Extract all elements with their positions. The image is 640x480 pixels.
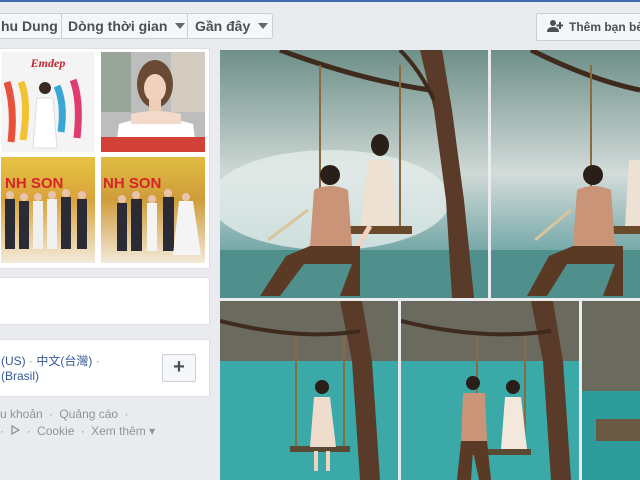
photo-thumbnail[interactable]: NH SON [101, 157, 205, 263]
footer-link-terms[interactable]: u khoản [0, 407, 43, 421]
footer-link-more[interactable]: Xem thêm [91, 424, 146, 438]
profile-name-tab[interactable]: hu Dung [0, 13, 62, 39]
footer-link-cookie[interactable]: Cookie [37, 424, 74, 438]
add-friend-button[interactable]: Thêm bạn bè [536, 13, 640, 41]
separator: · [0, 424, 4, 438]
add-friend-label: Thêm bạn bè [569, 20, 640, 34]
language-row: (US) · 中文(台灣) · [1, 352, 100, 369]
caret-down-icon[interactable]: ▾ [149, 424, 155, 438]
profile-nav-bar: hu Dung Dòng thời gian Gần đây Thêm bạn … [0, 0, 640, 44]
add-language-button[interactable]: + [162, 354, 196, 382]
caret-down-icon [258, 23, 269, 29]
timeline-photo[interactable] [401, 301, 579, 480]
footer-link-ads[interactable]: Quảng cáo [59, 407, 118, 421]
timeline-photo[interactable] [491, 50, 640, 298]
profile-name-label: hu Dung [1, 18, 58, 34]
language-link-english[interactable]: (US) [1, 354, 26, 368]
languages-card: (US) · 中文(台灣) · (Brasil) + [0, 339, 210, 397]
photo-thumbnail[interactable] [101, 52, 205, 152]
caret-down-icon [175, 23, 186, 29]
separator: · [95, 354, 100, 368]
photo-thumbnail[interactable]: Emdep [1, 52, 95, 152]
timeline-photo[interactable] [220, 50, 488, 298]
recent-label: Gần đây [195, 18, 251, 34]
event-banner-text: NH SON [5, 175, 64, 192]
timeline-photo[interactable] [582, 301, 640, 480]
separator: · [80, 424, 85, 438]
intro-card [0, 277, 210, 325]
recent-dropdown[interactable]: Gần đây [187, 13, 273, 39]
language-link-chinese[interactable]: 中文(台灣) [36, 354, 92, 368]
separator: · [124, 407, 129, 421]
photo-thumbnail[interactable]: NH SON [1, 157, 95, 263]
event-banner-text: NH SON [103, 175, 162, 192]
emdep-logo: Emdep [30, 56, 66, 70]
photo-grid [220, 50, 640, 480]
separator: · [26, 424, 31, 438]
timeline-dropdown[interactable]: Dòng thời gian [61, 13, 188, 39]
photos-card: Emdep NH SON NH SON [0, 48, 210, 269]
separator: · [49, 407, 54, 421]
timeline-label: Dòng thời gian [68, 18, 168, 34]
language-link-portuguese[interactable]: (Brasil) [1, 369, 39, 383]
separator: · [29, 354, 34, 368]
timeline-photo[interactable] [220, 301, 398, 480]
left-column: Emdep NH SON NH SON (US) · 中文(台灣) · (Bra… [0, 44, 210, 480]
footer-links: u khoản · Quảng cáo · · · Cookie · Xem t… [0, 406, 210, 440]
adchoices-icon[interactable] [10, 424, 23, 438]
person-plus-icon [547, 19, 564, 36]
